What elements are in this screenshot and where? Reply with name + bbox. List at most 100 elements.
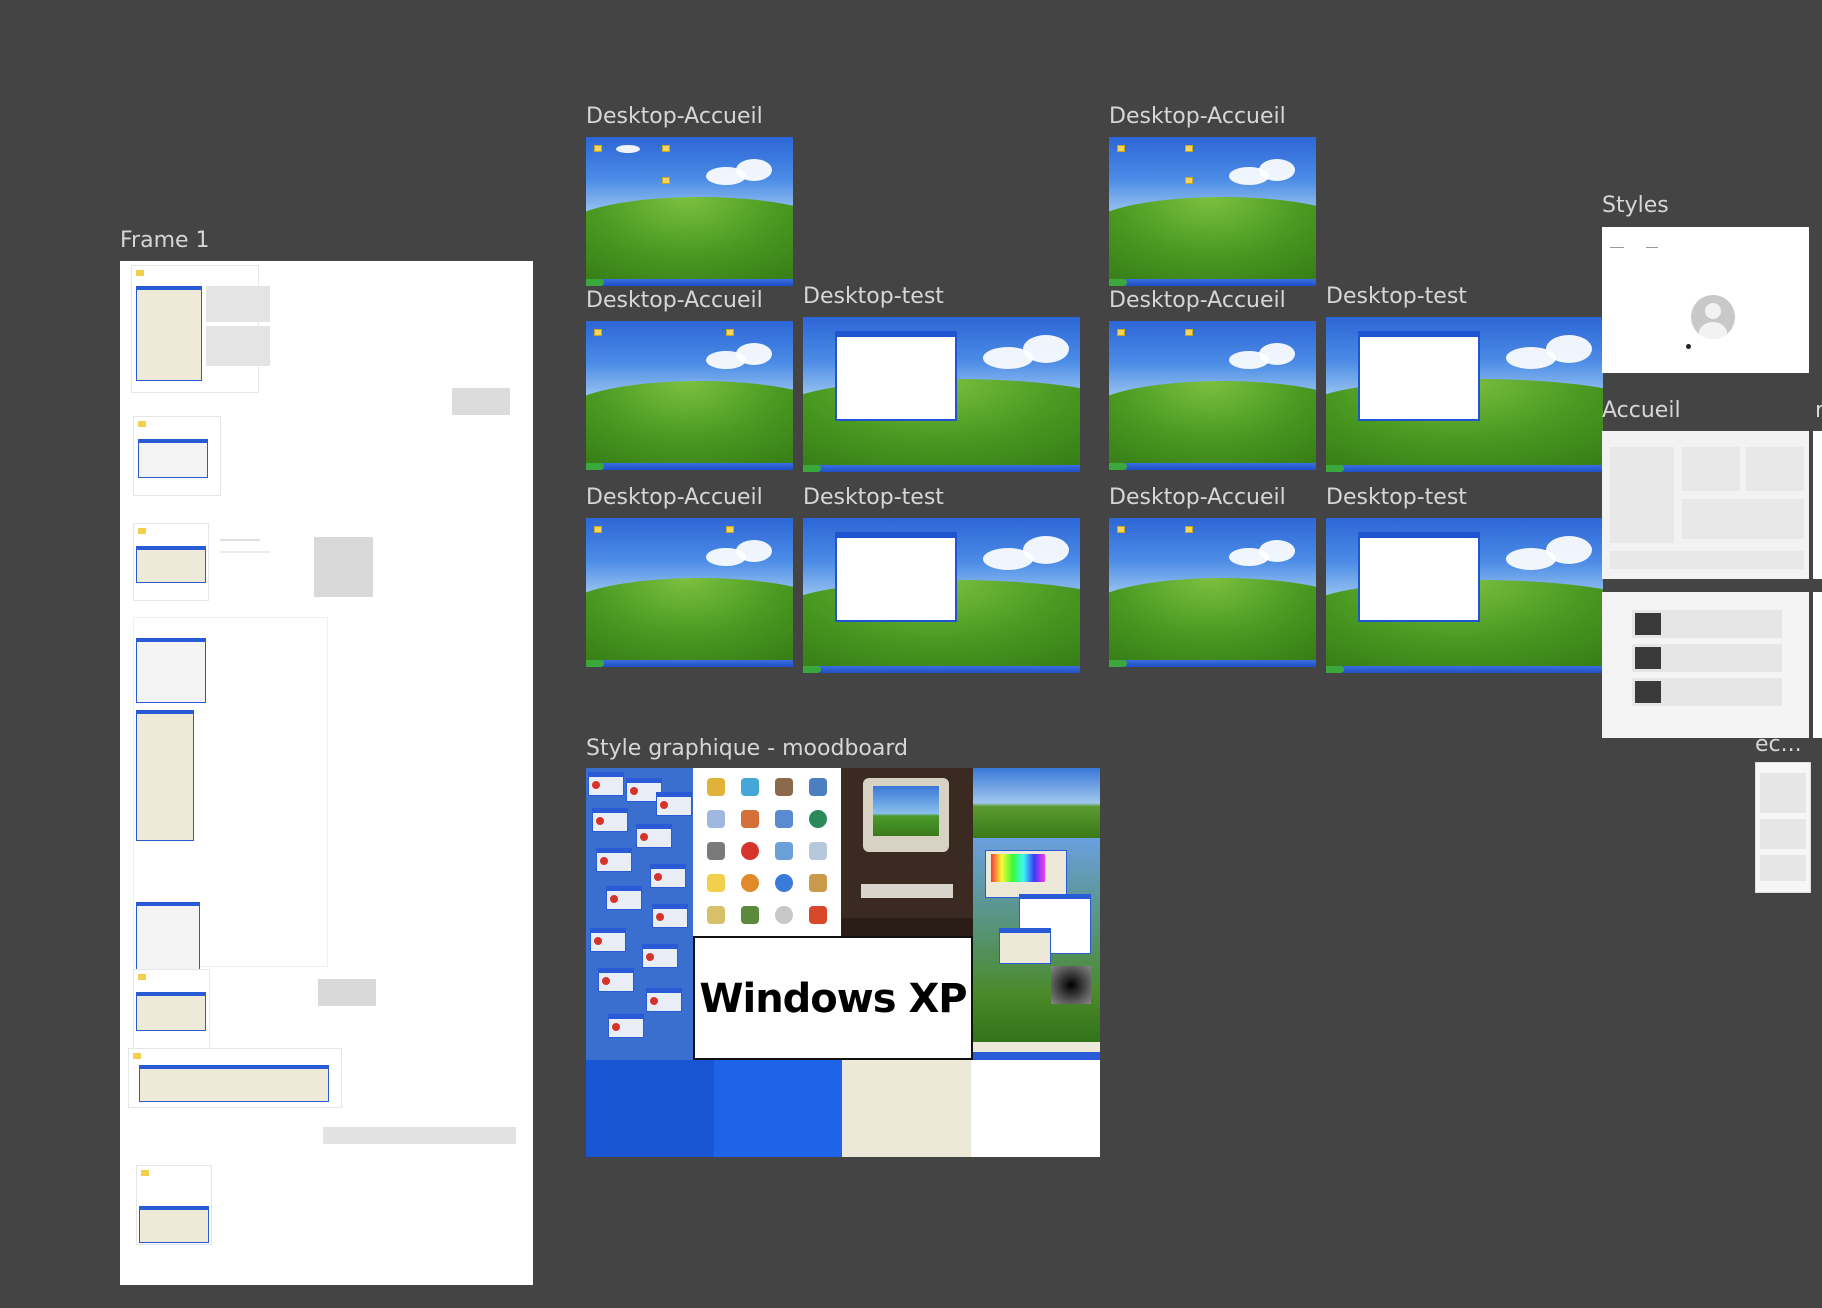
user-avatar-icon <box>1691 295 1735 339</box>
accueil-card-1 <box>1610 447 1674 543</box>
frame1-window-9 <box>139 1206 209 1243</box>
user-icon <box>707 842 725 860</box>
media-icon <box>775 778 793 796</box>
accueil-card-2 <box>1682 447 1740 491</box>
error-icon <box>654 873 662 881</box>
moodboard-label[interactable]: Style graphique - moodboard <box>586 738 908 760</box>
ec-frame[interactable] <box>1755 762 1811 893</box>
frame1-label[interactable]: Frame 1 <box>120 230 210 252</box>
folder-icon <box>1117 329 1125 336</box>
desktop-c2r2-label[interactable]: Desktop-test <box>803 286 944 308</box>
start-button-icon <box>1109 279 1127 286</box>
shortcut-icon <box>775 810 793 828</box>
desktop-c4r2[interactable] <box>1326 317 1603 472</box>
desktop-c3r2-label[interactable]: Desktop-Accueil <box>1109 290 1286 312</box>
desktop-c3r1[interactable] <box>1109 137 1316 286</box>
frame1-window-2 <box>138 439 208 478</box>
accueil-side-frame <box>1813 431 1822 579</box>
moodboard-ui-collage <box>973 838 1100 1060</box>
folder-icon <box>726 526 734 533</box>
desktop-c1r2-label[interactable]: Desktop-Accueil <box>586 290 763 312</box>
desktop-c3r1-label[interactable]: Desktop-Accueil <box>1109 106 1286 128</box>
folder-icon <box>136 270 144 276</box>
taskbar <box>1326 666 1603 673</box>
accueil-footer <box>1610 551 1804 569</box>
styles-frame[interactable] <box>1602 227 1809 373</box>
styles-text-1 <box>1610 247 1624 248</box>
folder-icon <box>138 421 146 427</box>
ie-icon <box>775 874 793 892</box>
start-button-icon <box>1109 463 1127 470</box>
desktop-c1r1-label[interactable]: Desktop-Accueil <box>586 106 763 128</box>
shutdown-icon <box>809 906 827 924</box>
folder-icon <box>1117 145 1125 152</box>
error-icon <box>592 781 600 789</box>
moodboard-computer-photo <box>841 768 973 936</box>
desktop-c2r3-label[interactable]: Desktop-test <box>803 487 944 509</box>
accueil-frame[interactable] <box>1602 431 1809 579</box>
desktop-c3r3[interactable] <box>1109 518 1316 667</box>
swatch-xp-blue-dark <box>586 1060 714 1157</box>
swatch-xp-beige <box>842 1060 971 1157</box>
frame1-page-6 <box>128 1048 342 1108</box>
ec-label[interactable]: ec... <box>1755 734 1802 756</box>
folder-icon <box>707 874 725 892</box>
folder-icon <box>662 145 670 152</box>
search-icon <box>707 906 725 924</box>
accueil-card-3 <box>1746 447 1804 491</box>
paint-icon <box>809 874 827 892</box>
network-icon <box>809 778 827 796</box>
error-icon <box>610 895 618 903</box>
desktop-c1r1[interactable] <box>586 137 793 286</box>
error-icon <box>640 833 648 841</box>
taskbar <box>1109 660 1316 667</box>
desktop-c2r3[interactable] <box>803 518 1080 673</box>
frame1-panel-2 <box>206 326 270 366</box>
frame1-page-5 <box>133 969 210 1049</box>
key-icon <box>707 778 725 796</box>
desktop-c1r3-label[interactable]: Desktop-Accueil <box>586 487 763 509</box>
taskbar <box>586 463 793 470</box>
desktop-c4r3-label[interactable]: Desktop-test <box>1326 487 1467 509</box>
desktop-c1r3[interactable] <box>586 518 793 667</box>
window <box>835 331 957 421</box>
document-icon <box>707 810 725 828</box>
folder-icon <box>138 528 146 534</box>
desktop-c2r2[interactable] <box>803 317 1080 472</box>
frame1-page-2 <box>133 416 221 496</box>
desktop-c3r3-label[interactable]: Desktop-Accueil <box>1109 487 1286 509</box>
styles-text-2 <box>1646 247 1658 248</box>
folder-icon <box>594 526 602 533</box>
folder-icon <box>141 1170 149 1176</box>
desktop-c1r2[interactable] <box>586 321 793 470</box>
frame1[interactable] <box>120 261 533 1285</box>
swatch-white <box>971 1060 1100 1157</box>
folder-icon <box>594 329 602 336</box>
dot-icon <box>1686 344 1691 349</box>
start-button-icon <box>586 463 604 470</box>
start-button-icon <box>586 660 604 667</box>
error-icon <box>656 913 664 921</box>
start-button-icon <box>586 279 604 286</box>
taskbar <box>1109 463 1316 470</box>
desktop-c4r2-label[interactable]: Desktop-test <box>1326 286 1467 308</box>
reservation-thumb-3 <box>1635 681 1661 703</box>
moodboard-wallpaper <box>973 768 1100 838</box>
moodboard-frame[interactable]: Windows XP <box>586 768 1100 1157</box>
accueil-label[interactable]: Accueil <box>1602 400 1681 422</box>
moodboard-title-card: Windows XP <box>693 936 973 1060</box>
frame1-placeholder-2 <box>318 979 376 1006</box>
frame1-widget-1 <box>452 388 510 415</box>
folder-icon <box>726 329 734 336</box>
taskbar <box>586 279 793 286</box>
truncated-frame-label[interactable]: r <box>1815 400 1822 422</box>
folder-icon <box>1185 177 1193 184</box>
cd-icon <box>775 906 793 924</box>
styles-label[interactable]: Styles <box>1602 195 1669 217</box>
error-icon <box>596 817 604 825</box>
frame1-window-7 <box>136 992 206 1031</box>
reservations-frame[interactable] <box>1602 592 1809 738</box>
folder-icon <box>1117 526 1125 533</box>
desktop-c4r3[interactable] <box>1326 518 1603 673</box>
desktop-c3r2[interactable] <box>1109 321 1316 470</box>
